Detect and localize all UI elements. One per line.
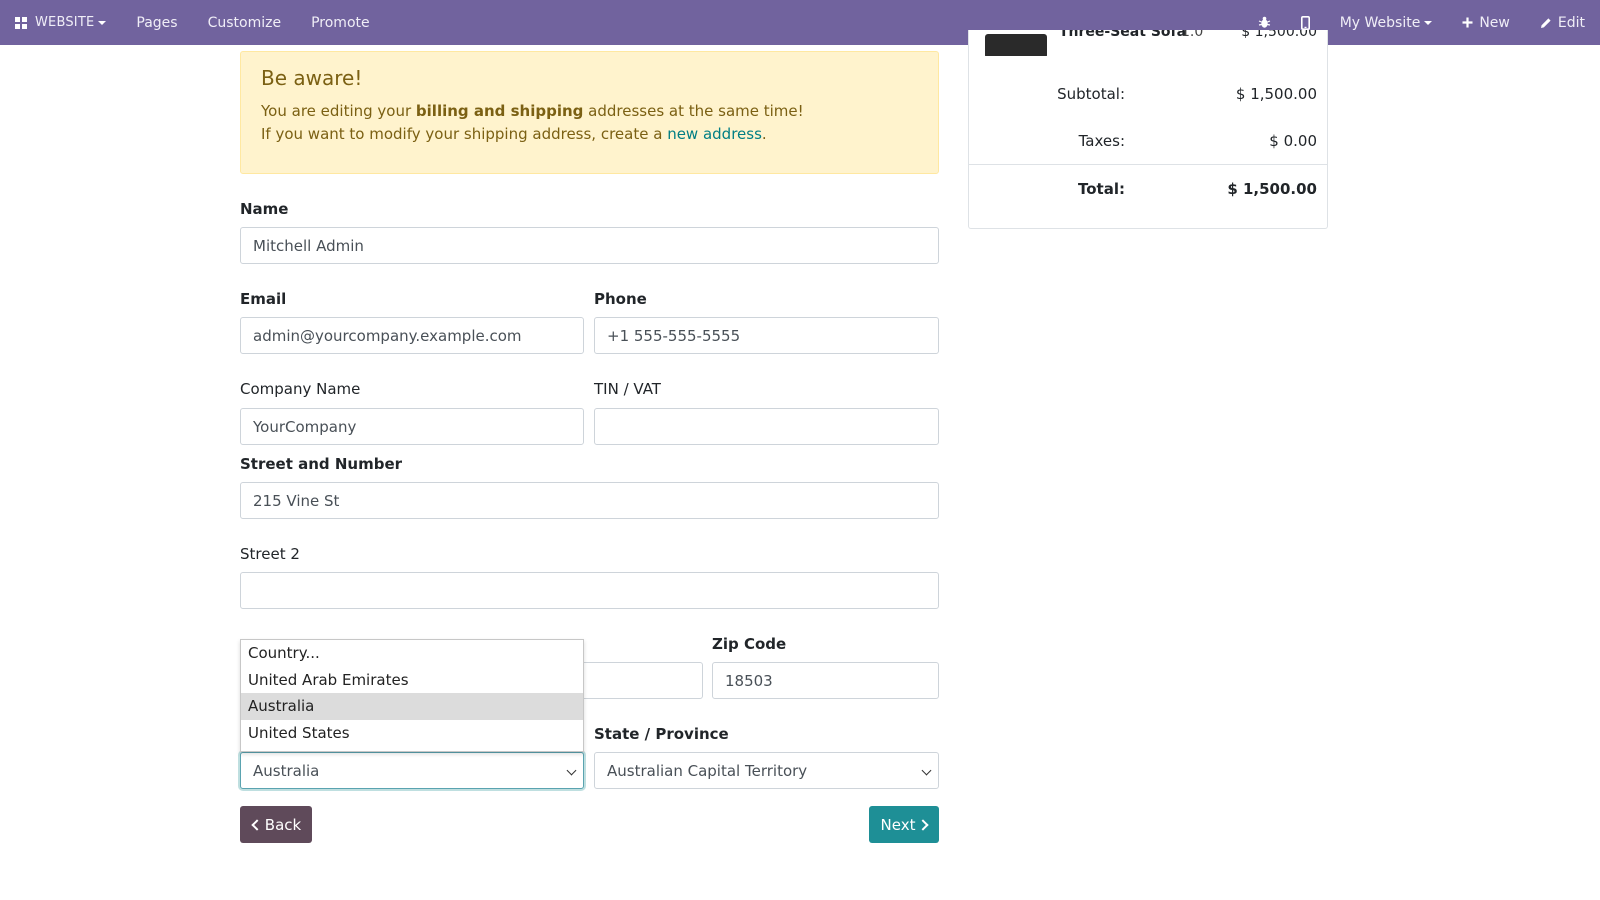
alert-line-1-text: You are editing your xyxy=(261,102,416,120)
menu-promote[interactable]: Promote xyxy=(296,0,385,45)
product-thumbnail xyxy=(985,34,1047,56)
chevron-left-icon xyxy=(251,818,263,831)
website-app-menu[interactable]: WEBSITE xyxy=(0,0,121,45)
website-switcher-label: My Website xyxy=(1339,14,1421,31)
subtotal-value: $ 1,500.00 xyxy=(1235,85,1317,103)
taxes-value: $ 0.00 xyxy=(1269,132,1317,150)
summary-divider xyxy=(969,164,1327,165)
total-value: $ 1,500.00 xyxy=(1227,180,1317,198)
country-option-australia[interactable]: Australia xyxy=(241,693,583,720)
alert-title: Be aware! xyxy=(261,66,363,90)
vat-label: TIN / VAT xyxy=(594,380,661,398)
new-label: New xyxy=(1479,14,1510,31)
alert-line-1-tail: addresses at the same time! xyxy=(583,102,804,120)
country-select[interactable]: Australia xyxy=(240,752,584,789)
plus-icon xyxy=(1462,17,1473,28)
billing-shipping-alert: Be aware! You are editing your billing a… xyxy=(240,51,939,174)
subtotal-label: Subtotal: xyxy=(1057,85,1125,103)
product-price: $ 1,500.00 xyxy=(1241,30,1317,40)
zip-input[interactable]: 18503 xyxy=(712,662,939,699)
email-input[interactable]: admin@yourcompany.example.com xyxy=(240,317,584,354)
state-select-value: Australian Capital Territory xyxy=(607,761,808,780)
vat-input[interactable] xyxy=(594,408,939,445)
bug-icon xyxy=(1258,16,1270,28)
pencil-icon xyxy=(1540,17,1551,28)
new-address-link[interactable]: new address xyxy=(667,125,762,143)
total-label: Total: xyxy=(1078,180,1125,198)
state-label: State / Province xyxy=(594,725,729,743)
company-input[interactable]: YourCompany xyxy=(240,408,584,445)
street2-input[interactable] xyxy=(240,572,939,609)
apps-grid-icon xyxy=(15,16,27,29)
street2-label: Street 2 xyxy=(240,545,300,563)
alert-line-2-text: If you want to modify your shipping addr… xyxy=(261,125,668,143)
company-label: Company Name xyxy=(240,380,361,398)
product-name: Three-Seat Sofa xyxy=(1059,30,1187,40)
country-option-uae[interactable]: United Arab Emirates xyxy=(241,667,583,694)
next-label: Next xyxy=(880,815,916,834)
country-option-united-states[interactable]: United States xyxy=(241,720,583,747)
alert-line-1: You are editing your billing and shippin… xyxy=(261,100,918,123)
phone-input[interactable]: +1 555-555-5555 xyxy=(594,317,939,354)
website-brand-label: WEBSITE xyxy=(35,15,95,30)
cart-line: Three-Seat Sofa 1.0 $ 1,500.00 xyxy=(969,30,1329,56)
email-label: Email xyxy=(240,290,287,308)
menu-customize[interactable]: Customize xyxy=(193,0,297,45)
menu-pages[interactable]: Pages xyxy=(121,0,192,45)
street-input[interactable]: 215 Vine St xyxy=(240,482,939,519)
back-label: Back xyxy=(264,815,302,834)
alert-line-2: If you want to modify your shipping addr… xyxy=(261,123,918,146)
edit-button[interactable]: Edit xyxy=(1525,0,1600,45)
new-content-button[interactable]: New xyxy=(1447,0,1525,45)
order-summary: Three-Seat Sofa 1.0 $ 1,500.00 Subtotal:… xyxy=(968,30,1328,229)
back-button[interactable]: Back xyxy=(240,806,312,843)
country-option-placeholder[interactable]: Country... xyxy=(241,640,583,667)
chevron-down-icon xyxy=(921,765,932,776)
mobile-icon xyxy=(1300,15,1310,30)
alert-line-2-tail: . xyxy=(761,125,767,143)
country-dropdown-list: Country... United Arab Emirates Australi… xyxy=(240,639,584,752)
street-label: Street and Number xyxy=(240,455,403,473)
name-input[interactable]: Mitchell Admin xyxy=(240,227,939,264)
caret-down-icon xyxy=(1424,20,1433,25)
product-qty: 1.0 xyxy=(1181,30,1204,40)
zip-label: Zip Code xyxy=(712,635,787,653)
edit-label: Edit xyxy=(1557,14,1585,31)
website-switcher[interactable]: My Website xyxy=(1325,0,1448,45)
chevron-down-icon xyxy=(566,765,577,776)
caret-down-icon xyxy=(98,20,107,25)
state-select[interactable]: Australian Capital Territory xyxy=(594,752,939,789)
chevron-right-icon xyxy=(917,818,930,831)
next-button[interactable]: Next xyxy=(869,806,939,843)
taxes-label: Taxes: xyxy=(1078,132,1125,150)
phone-label: Phone xyxy=(594,290,647,308)
country-select-value: Australia xyxy=(253,761,320,780)
alert-line-1-bold: billing and shipping xyxy=(415,102,584,120)
admin-navbar: WEBSITE Pages Customize Promote My Websi… xyxy=(0,0,1600,45)
name-label: Name xyxy=(240,200,289,218)
